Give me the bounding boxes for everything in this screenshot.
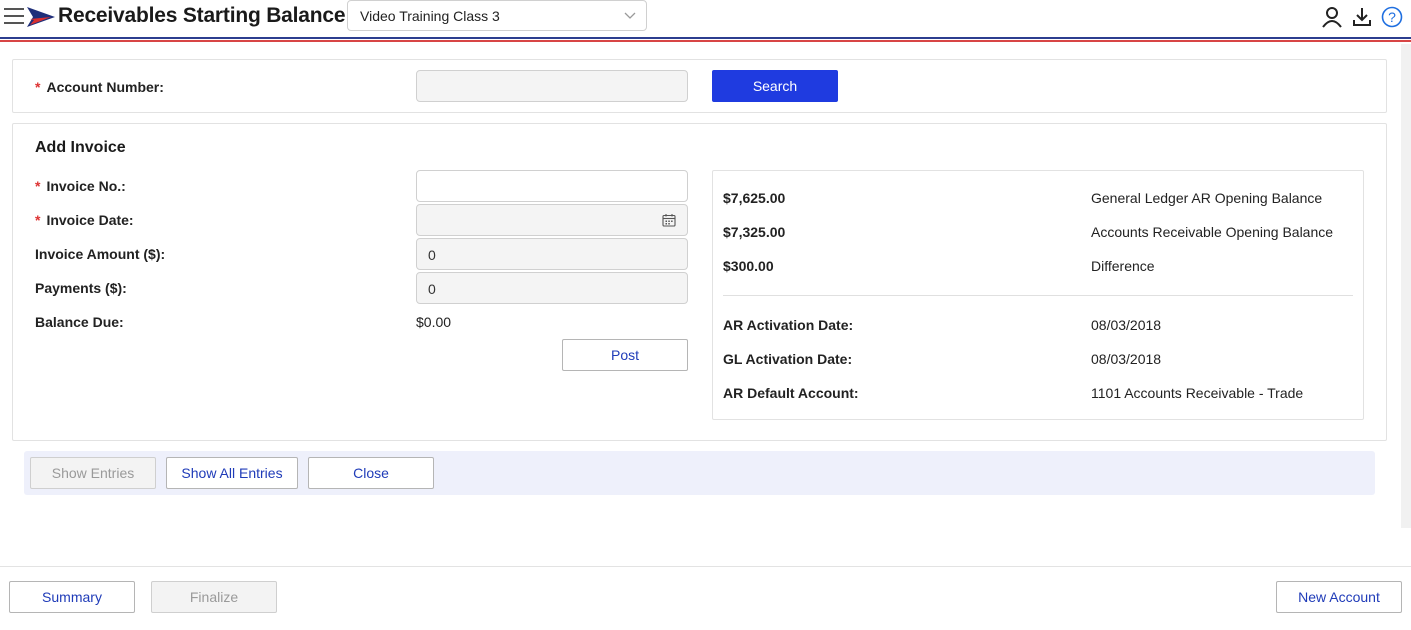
difference-value: $300.00 (723, 258, 774, 274)
svg-text:?: ? (1388, 9, 1396, 25)
add-invoice-panel: Add Invoice * Invoice No.: * Invoice Date:… (12, 123, 1387, 441)
required-marker: * (35, 212, 41, 228)
brand-logo (27, 7, 55, 27)
account-number-label: * Account Number: (35, 79, 164, 95)
required-marker: * (35, 178, 41, 194)
ar-opening-balance-label: Accounts Receivable Opening Balance (1091, 224, 1334, 240)
invoice-amount-label: Invoice Amount ($): (35, 246, 166, 262)
ar-activation-date-label: AR Activation Date: (723, 317, 854, 333)
app-header: Receivables Starting Balance Video Train… (0, 0, 1411, 36)
footer-bar: Summary Finalize New Account (0, 566, 1411, 630)
user-icon[interactable] (1321, 6, 1343, 28)
gl-activation-date-label: GL Activation Date: (723, 351, 853, 367)
invoice-no-label: * Invoice No.: (35, 178, 126, 194)
menu-icon[interactable] (4, 8, 24, 26)
difference-label: Difference (1091, 258, 1155, 274)
new-account-button[interactable]: New Account (1276, 581, 1402, 613)
gl-ar-opening-balance-label: General Ledger AR Opening Balance (1091, 190, 1323, 206)
download-icon[interactable] (1351, 6, 1373, 28)
gl-activation-date-value: 08/03/2018 (1091, 351, 1162, 367)
chevron-down-icon (624, 12, 636, 19)
entries-action-bar: Show Entries Show All Entries Close (24, 451, 1375, 495)
account-number-label-text: Account Number: (46, 79, 164, 95)
ar-activation-date-value: 08/03/2018 (1091, 317, 1162, 333)
ar-opening-balance-value: $7,325.00 (723, 224, 786, 240)
header-stripe-red (0, 40, 1411, 42)
balance-due-value: $0.00 (416, 314, 452, 330)
account-number-input[interactable] (416, 70, 688, 102)
invoice-amount-input[interactable]: 0 (416, 238, 688, 270)
invoice-date-input[interactable] (416, 204, 688, 236)
invoice-date-label: * Invoice Date: (35, 212, 134, 228)
close-button[interactable]: Close (308, 457, 434, 489)
show-entries-button[interactable]: Show Entries (30, 457, 156, 489)
invoice-no-label-text: Invoice No.: (46, 178, 126, 194)
help-icon[interactable]: ? (1381, 6, 1403, 28)
page-title: Receivables Starting Balance (58, 4, 346, 27)
invoice-no-input[interactable] (416, 170, 688, 202)
balance-due-label: Balance Due: (35, 314, 124, 330)
ar-default-account-value: 1101 Accounts Receivable - Trade (1091, 385, 1304, 401)
search-button[interactable]: Search (712, 70, 838, 102)
add-invoice-title: Add Invoice (35, 139, 126, 156)
company-select-value: Video Training Class 3 (360, 8, 500, 24)
header-stripe-blue (0, 37, 1411, 39)
finalize-button[interactable]: Finalize (151, 581, 277, 613)
gl-ar-opening-balance-value: $7,625.00 (723, 190, 786, 206)
required-marker: * (35, 79, 41, 95)
payments-label: Payments ($): (35, 280, 127, 296)
payments-input[interactable]: 0 (416, 272, 688, 304)
summary-divider (723, 295, 1353, 296)
show-all-entries-button[interactable]: Show All Entries (166, 457, 298, 489)
balance-summary-box: $7,625.00 General Ledger AR Opening Bala… (712, 170, 1364, 420)
account-panel: * Account Number: Search (12, 59, 1387, 113)
summary-button[interactable]: Summary (9, 581, 135, 613)
scrollbar[interactable] (1401, 44, 1411, 528)
post-button[interactable]: Post (562, 339, 688, 371)
company-select[interactable]: Video Training Class 3 (347, 0, 647, 31)
calendar-icon[interactable] (662, 213, 676, 227)
invoice-date-label-text: Invoice Date: (46, 212, 134, 228)
ar-default-account-label: AR Default Account: (723, 385, 859, 401)
